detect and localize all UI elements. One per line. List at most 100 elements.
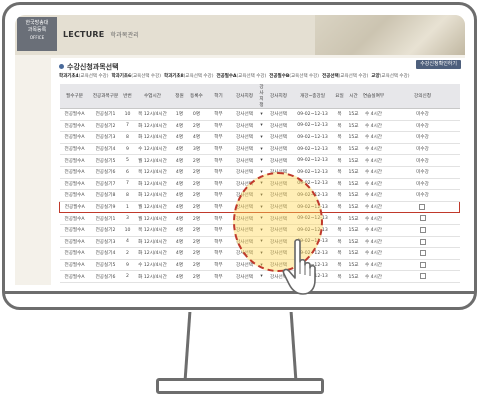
table-cell: 학부: [205, 212, 232, 225]
register-checkbox[interactable]: [419, 215, 426, 222]
table-row[interactable]: 전공필수A 전공실기2 7 화 12시/4시간 4명 2명 학부 강사선택 ▾ 강사선택 09-02…: [59, 120, 460, 133]
table-cell: 목: [333, 178, 346, 191]
table-cell: 전공필수A: [59, 154, 90, 167]
table-cell: 15교: [345, 247, 362, 260]
table-cell: 09-02~12-13: [291, 131, 334, 144]
chevron-down-icon[interactable]: ▾: [257, 143, 266, 156]
register-checkbox[interactable]: [419, 238, 426, 245]
table-cell: 전공필수A: [59, 247, 90, 260]
table-cell: 전공실기4: [89, 247, 122, 260]
instructor-select[interactable]: 강사선택: [265, 154, 292, 167]
category-filter-item[interactable]: 학과기초6(교육선택 수강): [111, 74, 160, 79]
table-cell: 화 12시/4시간: [133, 270, 172, 283]
site-logo[interactable]: 한국방송대 과목등록 OFFICE: [17, 17, 57, 51]
category-filter-item[interactable]: 교양(교육선택 수강): [371, 74, 409, 79]
monitor-base: [156, 378, 324, 394]
table-cell: 4명: [171, 189, 188, 202]
category-filter-item[interactable]: 전공필수A(교육선택 수강): [216, 74, 266, 79]
table-cell: 4명: [171, 247, 188, 260]
register-checkbox[interactable]: [419, 261, 426, 268]
chevron-down-icon[interactable]: ▾: [257, 154, 266, 167]
instructor-select[interactable]: 강사선택: [231, 154, 258, 167]
table-cell: 수 4시간: [361, 143, 386, 156]
register-checkbox[interactable]: [419, 226, 426, 233]
table-header-row: 필수구분 전공과목구분 반번 수업시간 정원 등록수 학기 강사지정 강사지정 강사지정 개강~종강…: [59, 84, 460, 109]
category-filter-item[interactable]: 학과기초4(교육선택 수강): [59, 74, 108, 79]
table-cell: 수 4시간: [361, 200, 386, 214]
table-row[interactable]: 전공필수A 전공실기5 5 월 12시/4시간 4명 2명 학부 강사선택 ▾ 강사선택 09-02…: [59, 154, 460, 167]
register-checkbox[interactable]: [419, 203, 426, 210]
table-row[interactable]: 전공필수A 전공실기3 8 화 12시/4시간 4명 4명 학부 강사선택 ▾ 강사선택 09-02…: [59, 131, 460, 144]
registration-cell[interactable]: [385, 270, 460, 283]
instructor-select[interactable]: 강사선택: [231, 131, 258, 144]
chevron-down-icon[interactable]: ▾: [257, 131, 266, 144]
registration-cell[interactable]: 미수강: [385, 189, 460, 202]
table-cell: 수 4시간: [361, 270, 386, 283]
column-header: 필수구분: [59, 84, 90, 109]
column-header: 시간: [345, 84, 362, 109]
table-row[interactable]: 전공필수A 전공실기1 10 목 12시/4시간 1명 0명 학부 강사선택 ▾ 강사선택 09-0…: [59, 108, 460, 121]
instructor-select[interactable]: 강사선택: [231, 270, 258, 283]
registration-cell[interactable]: 미수강: [385, 108, 460, 121]
registration-cell[interactable]: [385, 212, 460, 225]
table-cell: 학부: [205, 259, 232, 272]
category-filter-item[interactable]: 전공선택(교육선택 수강): [322, 74, 368, 79]
table-cell: 2: [121, 270, 134, 283]
registration-cell[interactable]: [385, 259, 460, 272]
table-cell: 월 12시/4시간: [133, 200, 172, 214]
table-cell: 학부: [205, 270, 232, 283]
table-row[interactable]: 전공필수A전공실기62화 12시/4시간4명2명학부강사선택▾강사선택09-02…: [59, 270, 460, 283]
table-cell: 수 4시간: [361, 166, 386, 179]
chevron-down-icon[interactable]: ▾: [257, 120, 266, 133]
table-cell: 전공실기6: [89, 166, 122, 179]
category-filter-label: 학과기초6: [111, 74, 132, 79]
table-cell: 6: [121, 166, 134, 179]
table-cell: 목 12시/4시간: [133, 166, 172, 179]
table-cell: 15교: [345, 120, 362, 133]
category-filter-note: (교육선택 수강): [379, 74, 410, 79]
registration-cell[interactable]: 미수강: [385, 131, 460, 144]
instructor-select[interactable]: 강사선택: [231, 143, 258, 156]
registration-cell[interactable]: [385, 200, 460, 214]
registration-cell[interactable]: 미수강: [385, 154, 460, 167]
registration-cell[interactable]: [385, 247, 460, 260]
confirm-registration-button[interactable]: 수강신청확인하기: [416, 60, 461, 69]
table-cell: 수 4시간: [361, 259, 386, 272]
category-filter-item[interactable]: 전공필수B(교육선택 수강): [269, 74, 319, 79]
title-bullet-icon: [59, 64, 64, 69]
registration-cell[interactable]: [385, 224, 460, 237]
instructor-select[interactable]: 강사선택: [231, 120, 258, 133]
registration-cell[interactable]: [385, 236, 460, 249]
logo-line-3: OFFICE: [29, 35, 45, 40]
table-cell: 15교: [345, 131, 362, 144]
instructor-select[interactable]: 강사선택: [265, 143, 292, 156]
table-cell: 2명: [187, 247, 206, 260]
instructor-select[interactable]: 강사선택: [231, 166, 258, 179]
registration-cell[interactable]: 미수강: [385, 143, 460, 156]
instructor-select[interactable]: 강사선택: [265, 108, 292, 121]
registration-cell[interactable]: 미수강: [385, 166, 460, 179]
table-cell: 전공실기5: [89, 259, 122, 272]
table-row[interactable]: 전공필수A 전공실기4 9 수 12시/4시간 4명 3명 학부 강사선택 ▾ 강사선택 09-02…: [59, 143, 460, 156]
instructor-select[interactable]: 강사선택: [265, 131, 292, 144]
table-cell: 목: [333, 247, 346, 260]
category-filter-label: 전공필수A: [216, 74, 237, 79]
table-cell: 09-02~12-13: [291, 143, 334, 156]
register-checkbox[interactable]: [419, 250, 426, 257]
table-cell: 목 12시/4시간: [133, 108, 172, 121]
chevron-down-icon[interactable]: ▾: [257, 108, 266, 121]
registration-cell[interactable]: 미수강: [385, 120, 460, 133]
column-header: 등록수: [187, 84, 206, 109]
chevron-down-icon[interactable]: ▾: [257, 270, 266, 283]
instructor-select[interactable]: 강사선택: [265, 120, 292, 133]
column-header: 학기: [205, 84, 232, 109]
table-cell: 목: [333, 224, 346, 237]
table-cell: 전공필수A: [59, 166, 90, 179]
category-filter-item[interactable]: 학과기초8(교육선택 수강): [164, 74, 213, 79]
column-header: 반번: [121, 84, 134, 109]
instructor-select[interactable]: 강사선택: [231, 108, 258, 121]
table-cell: 5: [121, 154, 134, 167]
table-cell: 목: [333, 120, 346, 133]
register-checkbox[interactable]: [419, 273, 426, 280]
registration-cell[interactable]: 미수강: [385, 178, 460, 191]
